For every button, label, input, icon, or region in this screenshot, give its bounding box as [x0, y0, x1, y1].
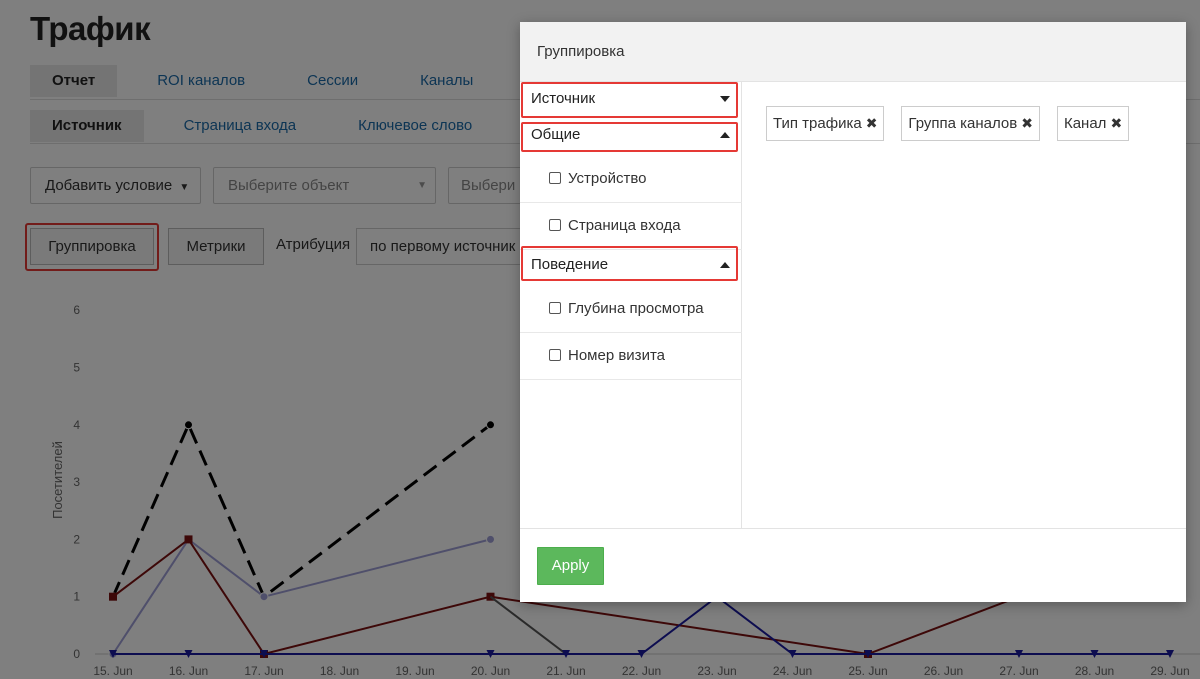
- chip-label: Канал: [1063, 115, 1107, 132]
- checkbox-view-depth[interactable]: [549, 302, 561, 314]
- checkbox-landing-page[interactable]: [549, 219, 561, 231]
- selected-groupings: Тип трафика ✖ Группа каналов ✖ Канал ✖: [766, 106, 1146, 141]
- option-visit-number[interactable]: Номер визита: [520, 333, 742, 380]
- chip-channel: Канал ✖: [1056, 106, 1130, 141]
- modal-header: Группировка: [520, 22, 1186, 82]
- option-visit-number-label: Номер визита: [568, 347, 665, 364]
- modal-footer: Apply: [520, 528, 1186, 602]
- apply-button[interactable]: Apply: [537, 547, 604, 585]
- chip-label: Группа каналов: [908, 115, 1018, 132]
- option-view-depth-label: Глубина просмотра: [568, 300, 704, 317]
- modal-body: Источник Общие Устройство Страница входа…: [520, 82, 1186, 528]
- group-source-highlight: [521, 82, 738, 118]
- group-list: Источник Общие Устройство Страница входа…: [520, 82, 742, 528]
- modal-title: Группировка: [537, 43, 625, 60]
- remove-icon[interactable]: ✖: [1021, 115, 1033, 131]
- option-device-label: Устройство: [568, 170, 647, 187]
- checkbox-device[interactable]: [549, 172, 561, 184]
- option-landing-page[interactable]: Страница входа: [520, 203, 742, 250]
- checkbox-visit-number[interactable]: [549, 349, 561, 361]
- option-landing-page-label: Страница входа: [568, 217, 681, 234]
- group-general-highlight: [521, 122, 738, 152]
- grouping-modal: Группировка Источник Общие Устройство Ст…: [520, 22, 1186, 602]
- remove-icon[interactable]: ✖: [866, 115, 878, 131]
- chip-channel-group: Группа каналов ✖: [901, 106, 1040, 141]
- chip-traffic-type: Тип трафика ✖: [766, 106, 885, 141]
- chip-label: Тип трафика: [773, 115, 862, 132]
- remove-icon[interactable]: ✖: [1110, 115, 1122, 131]
- option-device[interactable]: Устройство: [520, 156, 742, 203]
- group-behavior-highlight: [521, 246, 738, 281]
- option-view-depth[interactable]: Глубина просмотра: [520, 286, 742, 333]
